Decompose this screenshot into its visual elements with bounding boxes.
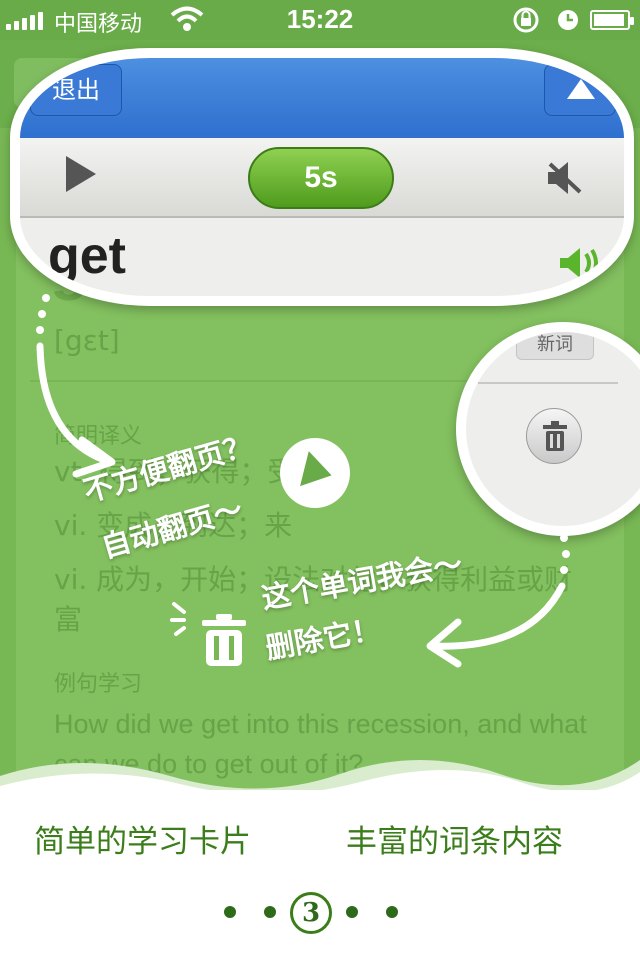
page-indicator[interactable]: 3 (0, 892, 640, 934)
sparkle-icon (170, 602, 186, 636)
auto-play-icon (280, 438, 350, 508)
page-dot[interactable] (264, 906, 276, 918)
page-dot[interactable] (224, 906, 236, 918)
feature-caption: 丰富的词条内容 (346, 824, 563, 860)
page-dot[interactable] (386, 906, 398, 918)
page-dot-current[interactable]: 3 (290, 892, 332, 934)
tutorial-arrows (36, 294, 570, 668)
feature-caption: 简单的学习卡片 (34, 824, 251, 860)
callout-trash-icon (202, 614, 246, 666)
onboarding-footer: 简单的学习卡片 丰富的词条内容 3 (0, 790, 640, 960)
page-dot[interactable] (346, 906, 358, 918)
